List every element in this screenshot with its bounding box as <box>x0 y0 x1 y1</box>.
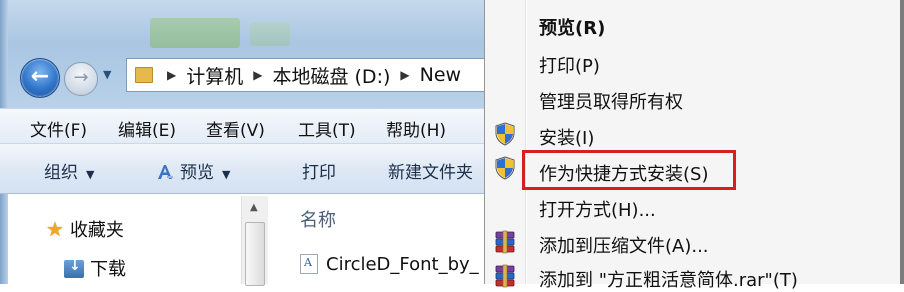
favorites-label: 收藏夹 <box>69 220 124 241</box>
nav-downloads[interactable]: 下载 <box>64 255 126 281</box>
breadcrumb-chevron-icon[interactable]: ▶ <box>400 68 409 82</box>
print-button[interactable]: 打印 <box>302 158 336 183</box>
title-glass-reflection <box>150 18 240 48</box>
menu-bar: 文件(F) 编辑(E) 查看(V) 工具(T) 帮助(H) <box>0 108 490 144</box>
font-preview-icon <box>158 165 173 179</box>
organize-label: 组织 <box>44 163 78 183</box>
font-file-icon <box>300 254 318 274</box>
folder-icon <box>135 67 153 83</box>
menu-view[interactable]: 查看(V) <box>206 116 265 141</box>
downloads-label: 下载 <box>90 259 126 280</box>
chevron-down-icon: ▼ <box>222 168 231 181</box>
menu-item-add-to-archive[interactable]: 添加到压缩文件(A)... <box>539 232 709 258</box>
chevron-down-icon: ▼ <box>86 168 95 181</box>
menu-item-take-ownership[interactable]: 管理员取得所有权 <box>539 88 683 114</box>
new-folder-button[interactable]: 新建文件夹 <box>388 158 473 183</box>
uac-shield-icon <box>495 156 515 180</box>
menu-item-print[interactable]: 打印(P) <box>539 52 600 78</box>
context-menu: 预览(R) 打印(P) 管理员取得所有权 安装(I) 作为快捷方式安装(S) 打… <box>484 0 904 291</box>
nav-favorites[interactable]: ★ 收藏夹 <box>46 216 124 242</box>
preview-label: 预览 <box>180 163 214 183</box>
menu-tools[interactable]: 工具(T) <box>298 116 356 141</box>
breadcrumb-chevron-icon[interactable]: ▶ <box>253 68 262 82</box>
breadcrumb-chevron-icon[interactable]: ▶ <box>167 68 176 82</box>
menu-item-add-to-named-rar[interactable]: 添加到 "方正粗活意简体.rar"(T) <box>539 266 798 292</box>
uac-shield-icon <box>495 122 515 146</box>
recent-pages-dropdown[interactable]: ▼ <box>103 68 111 81</box>
scroll-up-icon[interactable]: ▲ <box>250 202 258 213</box>
nav-pane-scrollbar[interactable]: ▲ <box>241 196 268 286</box>
scrollbar-thumb[interactable] <box>245 222 265 286</box>
menu-item-install[interactable]: 安装(I) <box>539 124 594 150</box>
highlight-annotation-box <box>522 150 736 190</box>
title-glass-reflection <box>250 22 290 46</box>
menu-item-open-with[interactable]: 打开方式(H)... <box>539 196 656 222</box>
menu-file[interactable]: 文件(F) <box>30 116 87 141</box>
breadcrumb-folder[interactable]: New <box>420 64 461 86</box>
menu-icon-gutter-divider <box>526 0 527 284</box>
breadcrumb-computer[interactable]: 计算机 <box>186 62 243 89</box>
winrar-icon <box>495 264 515 288</box>
file-list-item[interactable]: CircleD_Font_by_ <box>300 254 490 275</box>
winrar-icon <box>495 230 515 254</box>
organize-button[interactable]: 组织 ▼ <box>44 158 94 183</box>
breadcrumb-drive-d[interactable]: 本地磁盘 (D:) <box>272 62 390 89</box>
column-header-name[interactable]: 名称 <box>300 206 336 232</box>
arrow-left-icon: ← <box>30 64 50 89</box>
back-button[interactable]: ← <box>20 58 60 98</box>
preview-button[interactable]: 预览 ▼ <box>156 158 230 183</box>
address-bar[interactable]: ▶ 计算机 ▶ 本地磁盘 (D:) ▶ New <box>126 58 496 92</box>
file-name: CircleD_Font_by_ <box>326 254 479 275</box>
forward-button[interactable]: → <box>64 62 98 96</box>
arrow-right-icon: → <box>73 67 89 88</box>
menu-edit[interactable]: 编辑(E) <box>118 116 176 141</box>
menu-help[interactable]: 帮助(H) <box>386 116 446 141</box>
star-icon: ★ <box>46 217 64 241</box>
menu-item-preview[interactable]: 预览(R) <box>539 14 605 40</box>
command-bar: 组织 ▼ 预览 ▼ 打印 新建文件夹 <box>0 144 490 194</box>
menu-right-border <box>900 0 904 284</box>
downloads-folder-icon <box>64 258 84 278</box>
